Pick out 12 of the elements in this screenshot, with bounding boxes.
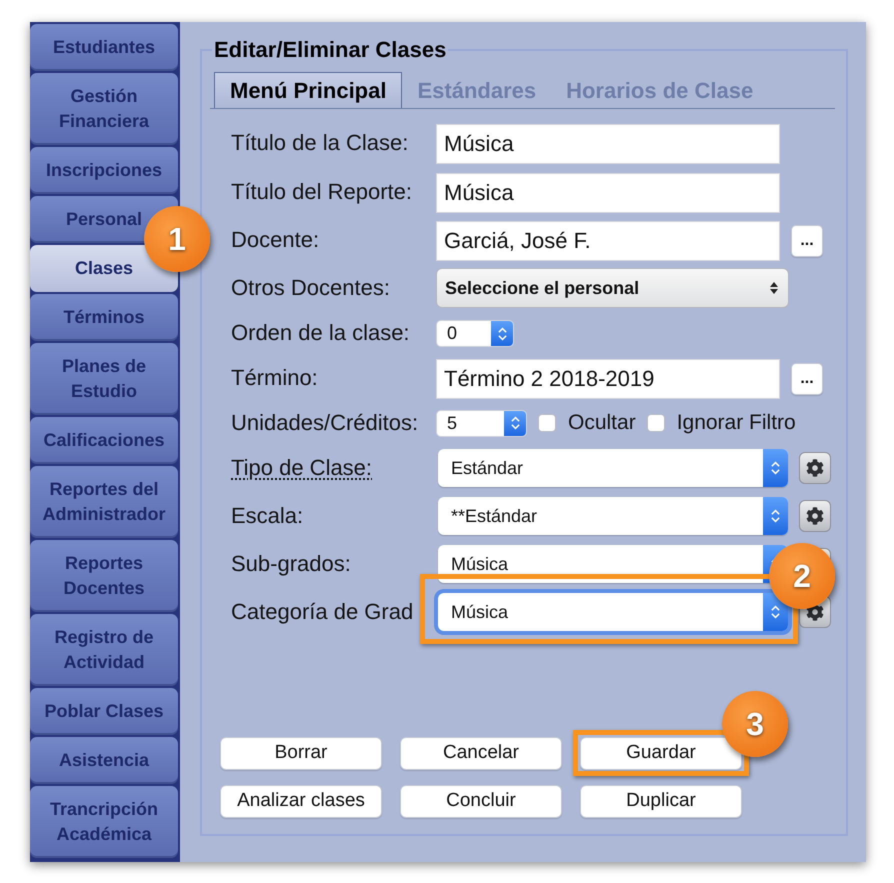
- field-label: Sub-grados:: [231, 550, 351, 576]
- panel-title: Editar/Eliminar Clases: [213, 37, 448, 63]
- field-label: Título del Reporte:: [231, 179, 412, 204]
- field-label: Escala:: [231, 502, 304, 528]
- field-label: Unidades/Créditos:: [231, 410, 418, 434]
- step-number-tooltip: 3: [722, 691, 788, 757]
- field-label: Categoría de Grad: [231, 598, 414, 624]
- field-label: Título de la Clase:: [231, 130, 408, 155]
- field-label: Otros Docentes:: [231, 274, 390, 300]
- field-label: Término:: [231, 365, 318, 390]
- field-label: Orden de la clase:: [231, 320, 410, 345]
- field-label: Docente:: [231, 227, 320, 252]
